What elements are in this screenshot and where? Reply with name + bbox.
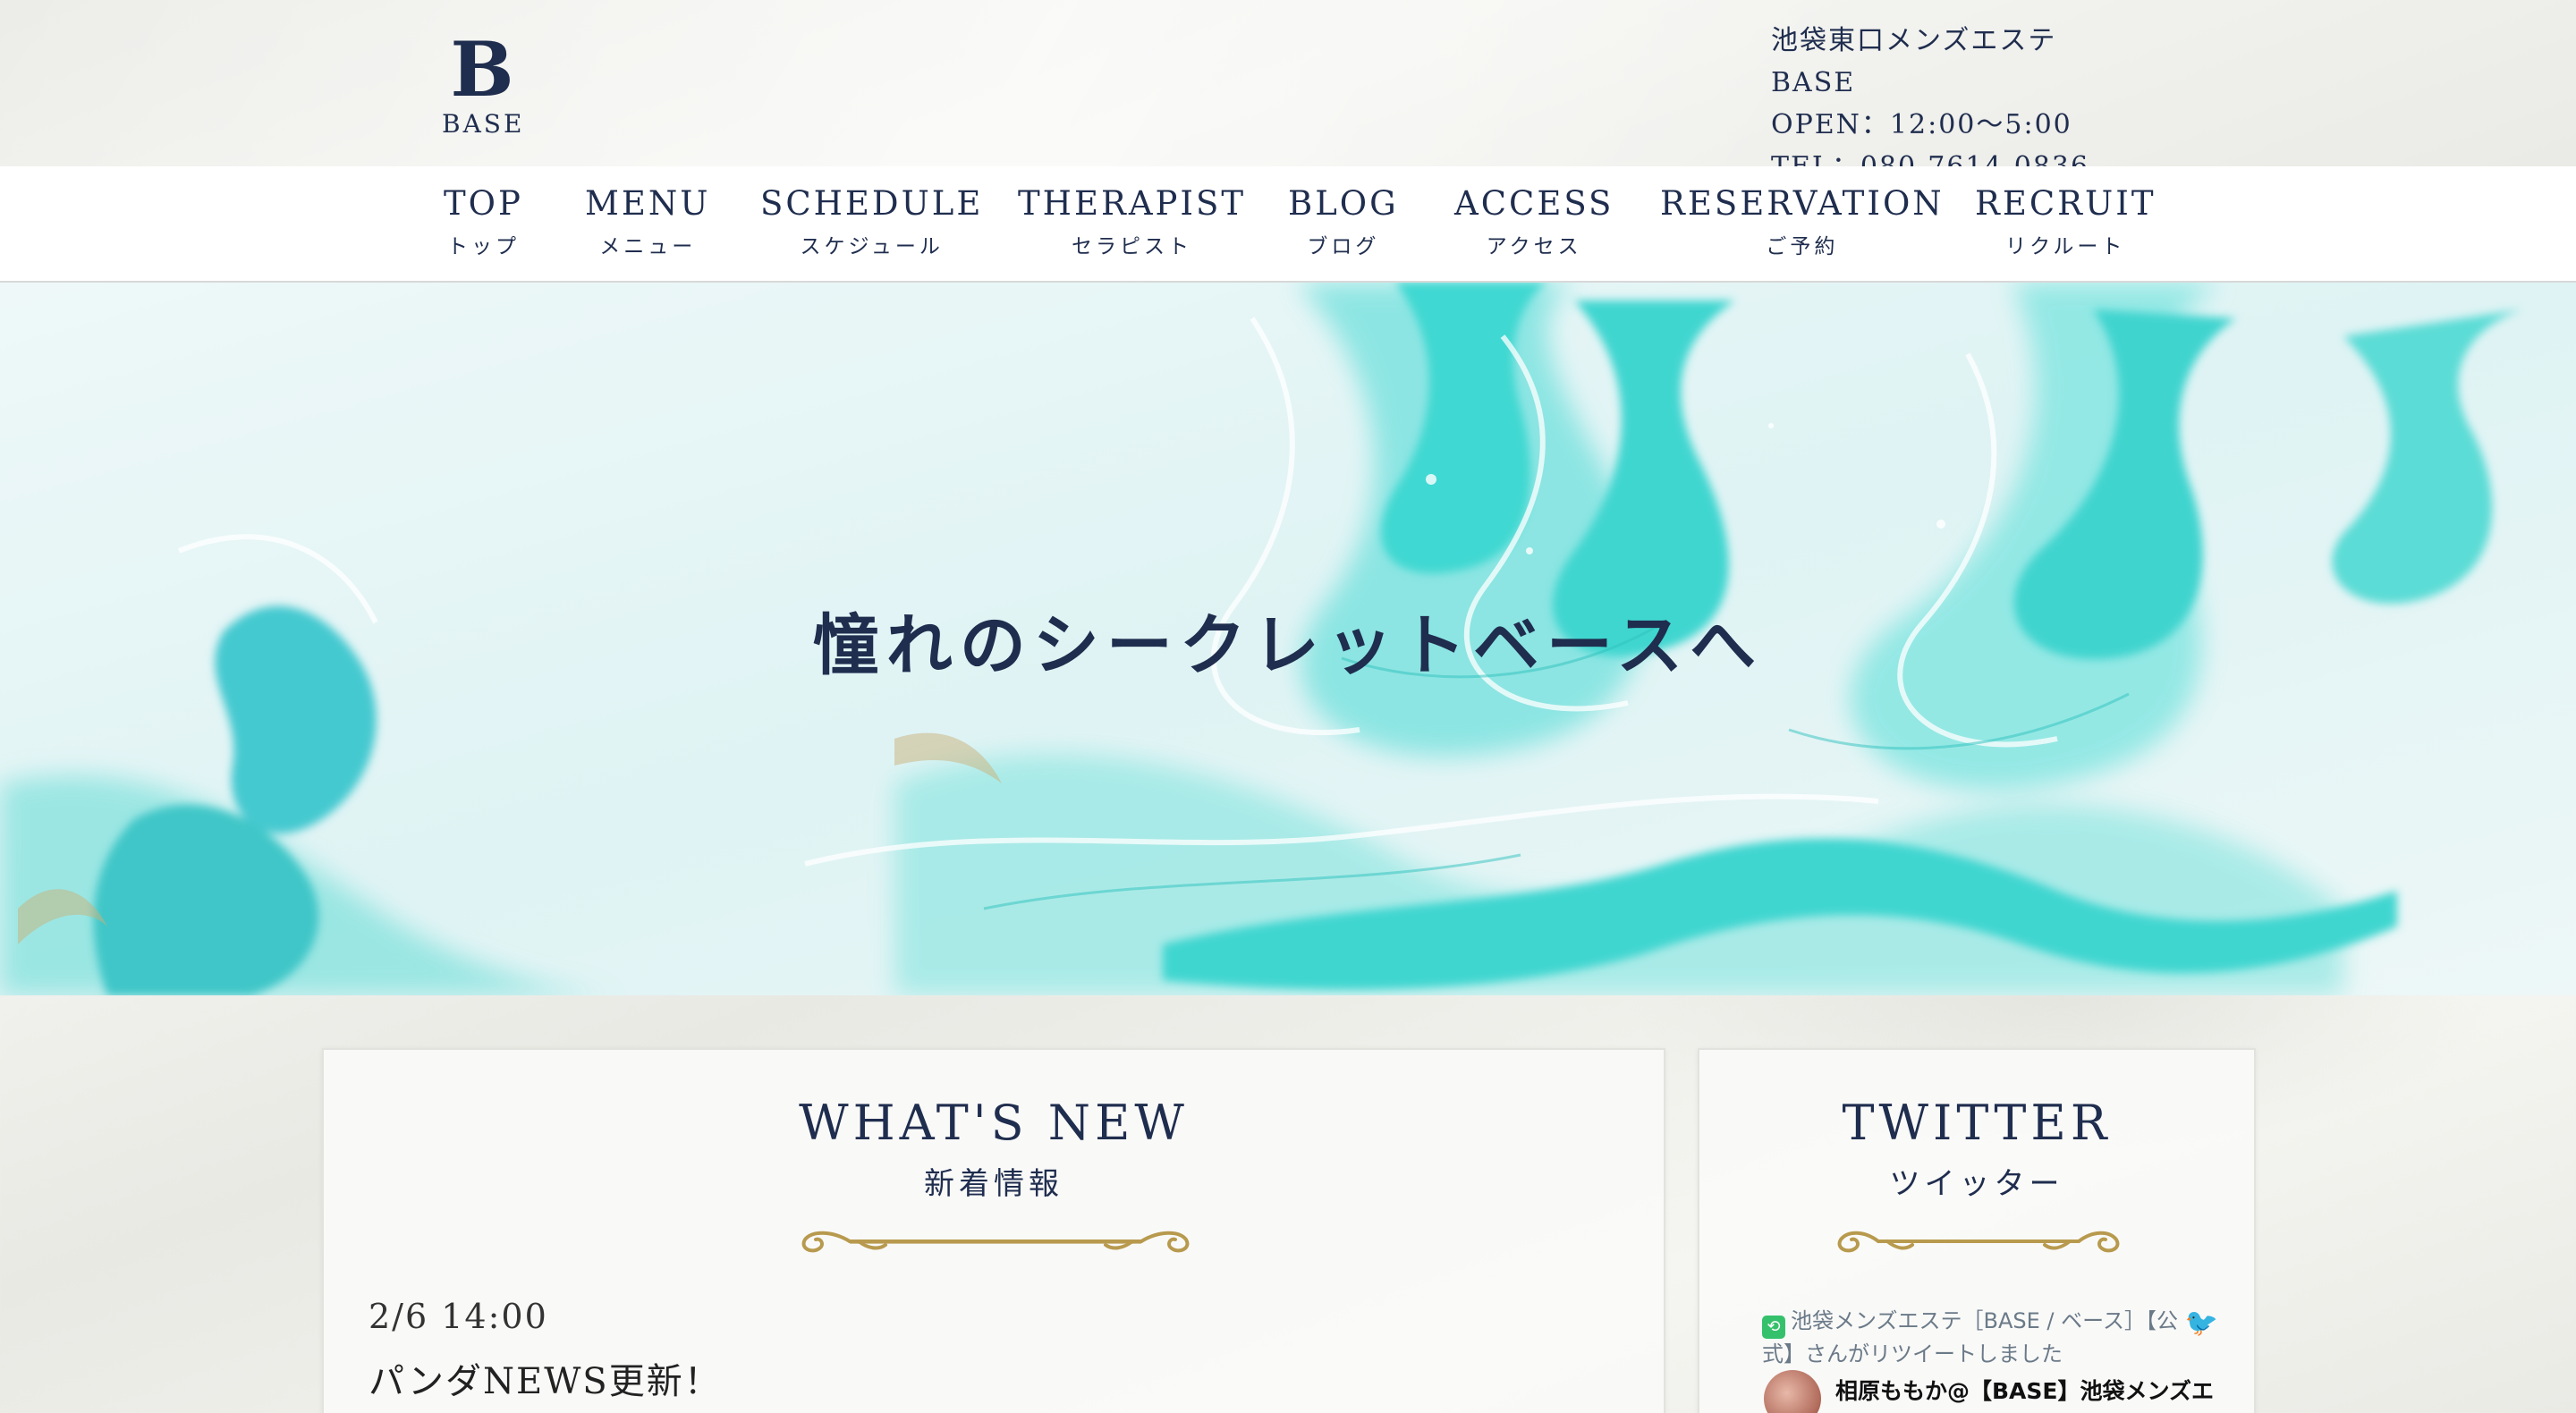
open-hours: OPEN：12:00〜5:00 [1771,109,2072,140]
nav-label-ja: ご予約 [1766,235,1839,258]
gold-ornament-divider-icon [801,1231,1190,1253]
twitter-subheading: ツイッター [1889,1166,2064,1202]
nav-label-ja: ブログ [1307,235,1380,258]
nav-label-en: ACCESS [1454,184,1614,223]
news-item-date: 2/6 14:00 [369,1297,548,1336]
nav-item-blog[interactable]: BLOG ブログ [1288,179,1399,265]
main-nav: TOP トップ MENU メニュー SCHEDULE スケジュール THERAP… [0,166,2576,283]
nav-label-ja: セラピスト [1072,235,1193,258]
twitter-bird-icon: 🐦 [2184,1307,2218,1339]
nav-label-en: THERAPIST [1018,184,1247,223]
retweet-text: 池袋メンズエステ［BASE / ベース］【公式】さんがリツイートしました [1762,1308,2178,1366]
retweet-icon: ⟲ [1762,1316,1785,1339]
nav-label-en: TOP [444,184,523,223]
twitter-panel: TWITTER ツイッター ⟲ 池袋メンズエステ［BASE / ベース］【公式】さ… [1698,1048,2256,1413]
nav-item-top[interactable]: TOP トップ [444,179,523,265]
news-heading: WHAT'S NEW [799,1095,1189,1151]
nav-label-en: MENU [585,184,711,223]
logo-mark: B [450,25,514,114]
nav-item-reservation[interactable]: RESERVATION ご予約 [1660,179,1945,265]
shop-name: 池袋東口メンズエステ BASE [1771,25,2057,98]
shop-info: 池袋東口メンズエステ BASE OPEN：12:00〜5:00 TEL：080-… [1771,20,2147,188]
tweet-user-name[interactable]: 相原ももか@【BASE】池袋メンズエ [1835,1374,2229,1406]
retweet-notice[interactable]: ⟲ 池袋メンズエステ［BASE / ベース］【公式】さんがリツイートしました [1762,1306,2209,1369]
gold-ornament-divider-icon [1837,1231,2120,1253]
nav-item-menu[interactable]: MENU メニュー [585,179,710,265]
logo[interactable]: B BASE [442,25,525,140]
site-header: B BASE 池袋東口メンズエステ BASE OPEN：12:00〜5:00 T… [0,0,2576,182]
news-subheading: 新着情報 [924,1166,1063,1202]
nav-label-en: RECRUIT [1975,184,2157,223]
hero-banner: 憧れのシークレットベースへ [0,283,2576,995]
nav-label-ja: メニュー [599,235,697,258]
twitter-heading: TWITTER [1842,1095,2112,1151]
nav-item-schedule[interactable]: SCHEDULE スケジュール [760,179,983,265]
news-item-title[interactable]: パンダNEWS更新！ [369,1352,722,1404]
whats-new-panel: WHAT'S NEW 新着情報 2/6 14:00 パンダNEWS更新！ [322,1048,1665,1413]
hero-tagline: 憧れのシークレットベースへ [812,607,1764,684]
nav-label-ja: アクセス [1486,235,1582,258]
nav-item-therapist[interactable]: THERAPIST セラピスト [1018,179,1246,265]
nav-label-ja: スケジュール [800,235,944,258]
logo-text: BASE [442,109,525,139]
avatar[interactable] [1764,1370,1821,1413]
nav-label-en: RESERVATION [1660,184,1945,223]
nav-label-ja: トップ [446,235,520,258]
nav-item-access[interactable]: ACCESS アクセス [1454,179,1614,265]
nav-label-ja: リクルート [2005,235,2126,258]
nav-item-recruit[interactable]: RECRUIT リクルート [1975,179,2157,265]
nav-label-en: SCHEDULE [760,184,984,223]
nav-label-en: BLOG [1288,184,1399,223]
